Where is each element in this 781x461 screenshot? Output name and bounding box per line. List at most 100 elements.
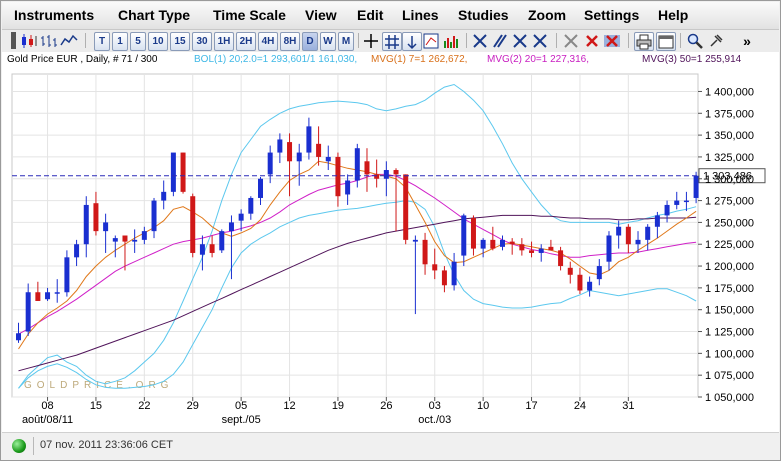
candle-body <box>500 239 505 247</box>
candle-body <box>635 239 641 245</box>
y-axis: 1 050,000 1 075,000 1 100,000 1 125,000 1 15… <box>698 86 754 404</box>
timescale-button-daily[interactable]: D <box>302 32 318 51</box>
menu-settings[interactable]: Settings <box>584 7 639 23</box>
candle-body <box>45 292 51 300</box>
candlestick-icon[interactable] <box>20 32 38 49</box>
candle-body <box>567 267 573 275</box>
candle-body <box>122 235 128 242</box>
print-icon[interactable] <box>634 32 654 51</box>
y-tick-label: 1 200,000 <box>705 261 754 273</box>
x-tick-label: 03 <box>429 400 441 412</box>
candle-body <box>277 139 283 153</box>
toolbar-separator <box>466 33 467 48</box>
grid-icon[interactable] <box>382 32 402 51</box>
delete-line-icon[interactable] <box>584 32 600 49</box>
line-studies-icon[interactable] <box>422 32 440 49</box>
candle-body <box>654 215 660 227</box>
candle-body <box>422 239 428 265</box>
candle-body <box>441 270 447 286</box>
menu-time-scale[interactable]: Time Scale <box>213 7 286 23</box>
toolbar-more-button[interactable]: » <box>740 32 754 49</box>
candle-body <box>577 274 583 291</box>
timescale-button-4h[interactable]: 4H <box>258 32 278 51</box>
zoom-icon[interactable] <box>686 32 704 49</box>
timescale-button-2h[interactable]: 2H <box>236 32 256 51</box>
candle-body <box>93 203 99 232</box>
candle-body <box>364 161 370 175</box>
candle-body <box>296 152 302 162</box>
chart-header: Gold Price EUR , Daily, # 71 / 300 BOL(1… <box>2 52 779 67</box>
candle-body <box>461 215 467 256</box>
legend-mvg2: MVG(2) 20=1 227,316, <box>487 54 590 65</box>
timescale-button-5min[interactable]: 5 <box>130 32 146 51</box>
pin-icon[interactable] <box>708 32 724 49</box>
y-tick-label: 1 300,000 <box>705 174 754 186</box>
timescale-button-30min[interactable]: 30 <box>192 32 212 51</box>
status-separator <box>33 437 34 455</box>
erase-line-icon[interactable] <box>562 32 580 49</box>
timescale-button-1min[interactable]: 1 <box>112 32 128 51</box>
x-tick-label: 22 <box>138 400 150 412</box>
menu-edit[interactable]: Edit <box>357 7 383 23</box>
draw-trendline-icon[interactable] <box>472 32 488 49</box>
draw-fibonacci-icon[interactable] <box>512 32 528 49</box>
volume-icon[interactable] <box>442 32 460 49</box>
cursor-info-icon[interactable] <box>402 32 422 51</box>
candle-body <box>683 200 689 203</box>
line-chart-icon[interactable] <box>60 32 78 49</box>
timescale-button-weekly[interactable]: W <box>320 32 336 51</box>
candle-body <box>287 142 293 162</box>
timescale-button-tick[interactable]: T <box>94 32 110 51</box>
x-tick-label: 29 <box>187 400 199 412</box>
menu-chart-type[interactable]: Chart Type <box>118 7 190 23</box>
candle-body <box>432 264 438 271</box>
draw-parallel-icon[interactable] <box>492 32 508 49</box>
x-tick-label: 24 <box>574 400 586 412</box>
menu-lines[interactable]: Lines <box>402 7 439 23</box>
y-tick-label: 1 350,000 <box>705 130 754 142</box>
price-chart[interactable]: GOLDPRICE.ORG 1 303,486 1 050,0001 075,0… <box>2 67 779 432</box>
legend-mvg1: MVG(1) 7=1 262,672, <box>371 54 468 65</box>
candle-body <box>132 239 138 242</box>
candle-body <box>558 250 564 267</box>
candle-body <box>74 244 80 258</box>
candle-body <box>509 241 515 245</box>
menu-view[interactable]: View <box>305 7 337 23</box>
menu-instruments[interactable]: Instruments <box>14 7 94 23</box>
window-icon[interactable] <box>656 32 676 51</box>
status-timestamp: 07 nov. 2011 23:36:06 CET <box>40 439 173 451</box>
candle-body <box>412 239 418 242</box>
candle-body <box>151 200 157 232</box>
crosshair-icon[interactable] <box>362 32 380 49</box>
x-tick-label: 10 <box>477 400 489 412</box>
toolbar: T 1 5 10 15 30 1H 2H 4H 8H D W M » <box>2 30 779 52</box>
timescale-button-1h[interactable]: 1H <box>214 32 234 51</box>
toolbar-separator <box>556 33 557 48</box>
candle-body <box>180 152 186 192</box>
candle-body <box>587 281 593 291</box>
chart-title: Gold Price EUR , Daily, # 71 / 300 <box>7 54 158 65</box>
draw-fan-icon[interactable] <box>532 32 548 49</box>
timescale-button-15min[interactable]: 15 <box>170 32 190 51</box>
timescale-button-10min[interactable]: 10 <box>148 32 168 51</box>
toolbar-separator <box>680 33 681 48</box>
menu-studies[interactable]: Studies <box>458 7 509 23</box>
y-tick-label: 1 100,000 <box>705 348 754 360</box>
candle-body <box>383 170 389 179</box>
candle-body <box>451 261 457 286</box>
x-tick-label: 05 <box>235 400 247 412</box>
candle-body <box>480 239 486 249</box>
candle-body <box>625 226 631 245</box>
timescale-button-monthly[interactable]: M <box>338 32 354 51</box>
bar-chart-icon[interactable] <box>40 32 58 49</box>
y-tick-label: 1 125,000 <box>705 327 754 339</box>
timescale-button-8h[interactable]: 8H <box>280 32 300 51</box>
menu-zoom[interactable]: Zoom <box>528 7 566 23</box>
candle-body <box>693 175 699 198</box>
delete-all-lines-icon[interactable] <box>602 32 622 49</box>
menu-help[interactable]: Help <box>658 7 688 23</box>
app-window: Instruments Chart Type Time Scale View E… <box>0 0 781 461</box>
x-tick-label: 12 <box>283 400 295 412</box>
candle-body <box>209 244 215 253</box>
candle-body <box>83 204 89 245</box>
